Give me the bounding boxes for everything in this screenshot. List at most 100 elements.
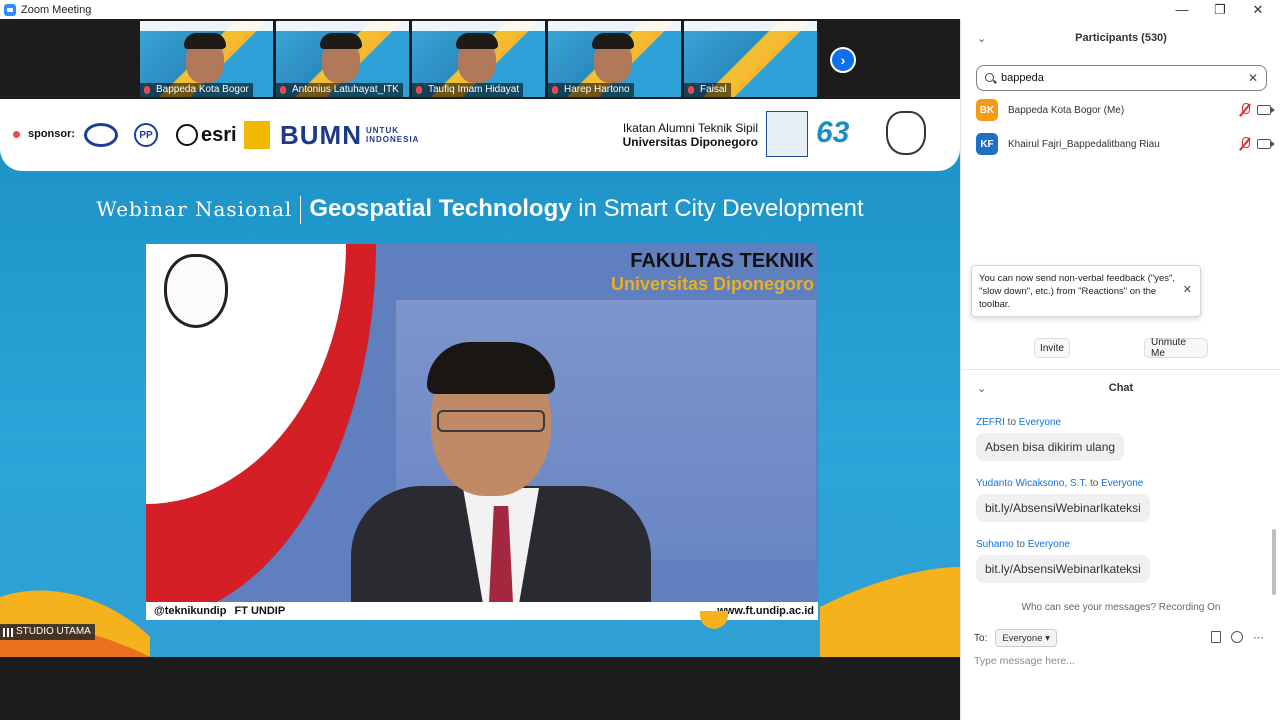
webinar-title: Webinar Nasional Geospatial Technology in… [0, 195, 960, 224]
mic-muted-icon [1239, 137, 1251, 151]
waskita-logo [84, 119, 120, 151]
video-thumbnail[interactable]: Antonius Latuhayat_ITK [276, 21, 409, 97]
pupr-logo [244, 119, 272, 151]
thumbnail-banner [140, 21, 273, 31]
message-to-word: to [1016, 539, 1025, 550]
thumbnail-banner [684, 21, 817, 31]
close-button[interactable]: ✕ [1238, 0, 1278, 19]
message-to-word: to [1007, 417, 1017, 428]
chat-message-input[interactable]: Type message here... [974, 655, 1075, 667]
video-thumbnail[interactable]: Harep Hartono [548, 21, 681, 97]
participant-row[interactable]: KF Khairul Fajri_Bappedalitbang Riau [976, 133, 1275, 155]
chat-message-bubble[interactable]: Absen bisa dikirim ulang [976, 433, 1125, 461]
anniversary-logo: 63 [816, 116, 850, 149]
chat-message-bubble[interactable]: bit.ly/AbsensiWebinarIkateksi [976, 494, 1150, 522]
title-lead: Webinar Nasional [96, 197, 293, 221]
who-can-see-link[interactable]: Who can see your messages? Recording On [961, 602, 1280, 613]
video-thumbnail[interactable]: Faisal [684, 21, 817, 97]
video-thumbnail[interactable]: Taufiq Imam Hidayat [412, 21, 545, 97]
thumbnail-banner [276, 21, 409, 31]
thumbnail-name: Faisal [684, 83, 731, 97]
undip-seal-icon [164, 254, 228, 328]
thumbnail-banner [548, 21, 681, 31]
next-page-button[interactable]: › [830, 47, 856, 73]
recipient-value: Everyone [1002, 632, 1043, 644]
message-to-word: to [1089, 478, 1099, 489]
chat-scrollbar[interactable] [1272, 529, 1276, 595]
chat-title: Chat [1108, 382, 1134, 394]
chat-message-header: Yudanto Wicaksono, S.T. to Everyone [976, 478, 1143, 489]
ikatan-line2: Universitas Diponegoro [622, 135, 758, 149]
thumbnail-name: Taufiq Imam Hidayat [412, 83, 524, 97]
window-title: Zoom Meeting [21, 3, 92, 16]
sponsor-label: sponsor: [28, 128, 76, 140]
tooltip-text: You can now send non-verbal feedback ("y… [979, 273, 1175, 310]
reactions-tooltip: You can now send non-verbal feedback ("y… [971, 265, 1201, 317]
apel-pagi-text: APEL PAGI [148, 344, 276, 371]
message-recipient[interactable]: Everyone [1019, 417, 1061, 428]
zoom-logo-icon [4, 3, 16, 16]
recipient-row: To: Everyone ▾ [974, 629, 1057, 647]
chevron-right-icon: › [840, 52, 846, 68]
to-label: To: [974, 632, 988, 644]
message-recipient[interactable]: Everyone [1101, 478, 1143, 489]
participant-name: Khairul Fajri_Bappedalitbang Riau [1008, 138, 1160, 150]
ikateksi-logo [766, 111, 808, 157]
message-sender[interactable]: Suharno [976, 539, 1014, 550]
maximize-button[interactable]: ❐ [1200, 0, 1240, 19]
sponsor-bar: sponsor: PP esri BUMN UNTUK INDONESIA Ika… [0, 99, 960, 171]
side-panel: ⌄ Participants (530) bappeda ✕ BK Bapped… [960, 19, 1280, 720]
message-sender[interactable]: Yudanto Wicaksono, S.T. [976, 478, 1087, 489]
ikatan-line1: Ikatan Alumni Teknik Sipil [622, 121, 758, 135]
chat-tools: ⋯ [1211, 631, 1264, 644]
clear-search-icon[interactable]: ✕ [1248, 66, 1258, 90]
title-rest: in Smart City Development [571, 195, 864, 222]
avatar: BK [976, 99, 998, 121]
thumbnail-strip: Bappeda Kota Bogor Antonius Latuhayat_IT… [140, 21, 817, 97]
participant-row[interactable]: BK Bappeda Kota Bogor (Me) [976, 99, 1275, 121]
chat-message-bubble[interactable]: bit.ly/AbsensiWebinarIkateksi [976, 555, 1150, 583]
thumbnail-name: Antonius Latuhayat_ITK [276, 83, 403, 97]
ikatan-alumni-text: Ikatan Alumni Teknik Sipil Universitas D… [616, 121, 758, 149]
bumn-logo: BUMN UNTUK INDONESIA [280, 119, 420, 150]
minimize-button[interactable]: — [1162, 0, 1202, 19]
participant-video [184, 33, 226, 83]
video-thumbnail[interactable]: Bappeda Kota Bogor [140, 21, 273, 97]
participant-search-input[interactable]: bappeda ✕ [976, 65, 1267, 91]
panel-divider [961, 369, 1280, 370]
search-value: bappeda [1001, 72, 1044, 84]
close-tooltip-icon[interactable]: ✕ [1183, 284, 1192, 297]
recipient-select[interactable]: Everyone ▾ [995, 629, 1057, 647]
chevron-down-icon: ▾ [1045, 632, 1050, 644]
message-recipient[interactable]: Everyone [1028, 539, 1070, 550]
pp-logo: PP [134, 119, 160, 151]
universitas-text: Universitas Diponegoro [610, 274, 814, 294]
participants-title: Participants (530) [1075, 32, 1167, 44]
recording-icon [11, 129, 22, 140]
video-camera-icon [1257, 139, 1275, 149]
shared-screen: sponsor: PP esri BUMN UNTUK INDONESIA Ika… [0, 99, 960, 657]
chat-message-header: ZEFRI to Everyone [976, 417, 1061, 428]
emoji-icon[interactable] [1231, 631, 1243, 643]
video-camera-icon [1257, 105, 1275, 115]
message-sender[interactable]: ZEFRI [976, 417, 1005, 428]
file-icon[interactable] [1211, 631, 1221, 643]
title-bold: Geospatial Technology [309, 195, 572, 222]
more-options-icon[interactable]: ⋯ [1253, 631, 1264, 644]
search-icon [985, 73, 994, 82]
active-speaker-label: STUDIO UTAMA [0, 624, 95, 640]
esri-logo: esri [176, 119, 237, 151]
window-titlebar: Zoom Meeting — ❐ ✕ [0, 0, 1280, 19]
thumbnail-name: Harep Hartono [548, 83, 634, 97]
participant-name: Bappeda Kota Bogor (Me) [1008, 104, 1125, 116]
participant-video [320, 33, 362, 83]
speaker-video: APEL PAGI FAKULTAS TEKNIK Universitas Di… [146, 244, 818, 620]
unmute-me-button[interactable]: Unmute Me [1144, 337, 1208, 359]
title-separator [300, 195, 302, 224]
website-url: www.ft.undip.ac.id [717, 605, 814, 617]
participant-video [592, 33, 634, 83]
invite-button[interactable]: Invite [1034, 338, 1070, 358]
thumbnail-name: Bappeda Kota Bogor [140, 83, 253, 97]
youtube-handle: FT UNDIP [234, 605, 286, 617]
mic-muted-icon [1239, 103, 1251, 117]
